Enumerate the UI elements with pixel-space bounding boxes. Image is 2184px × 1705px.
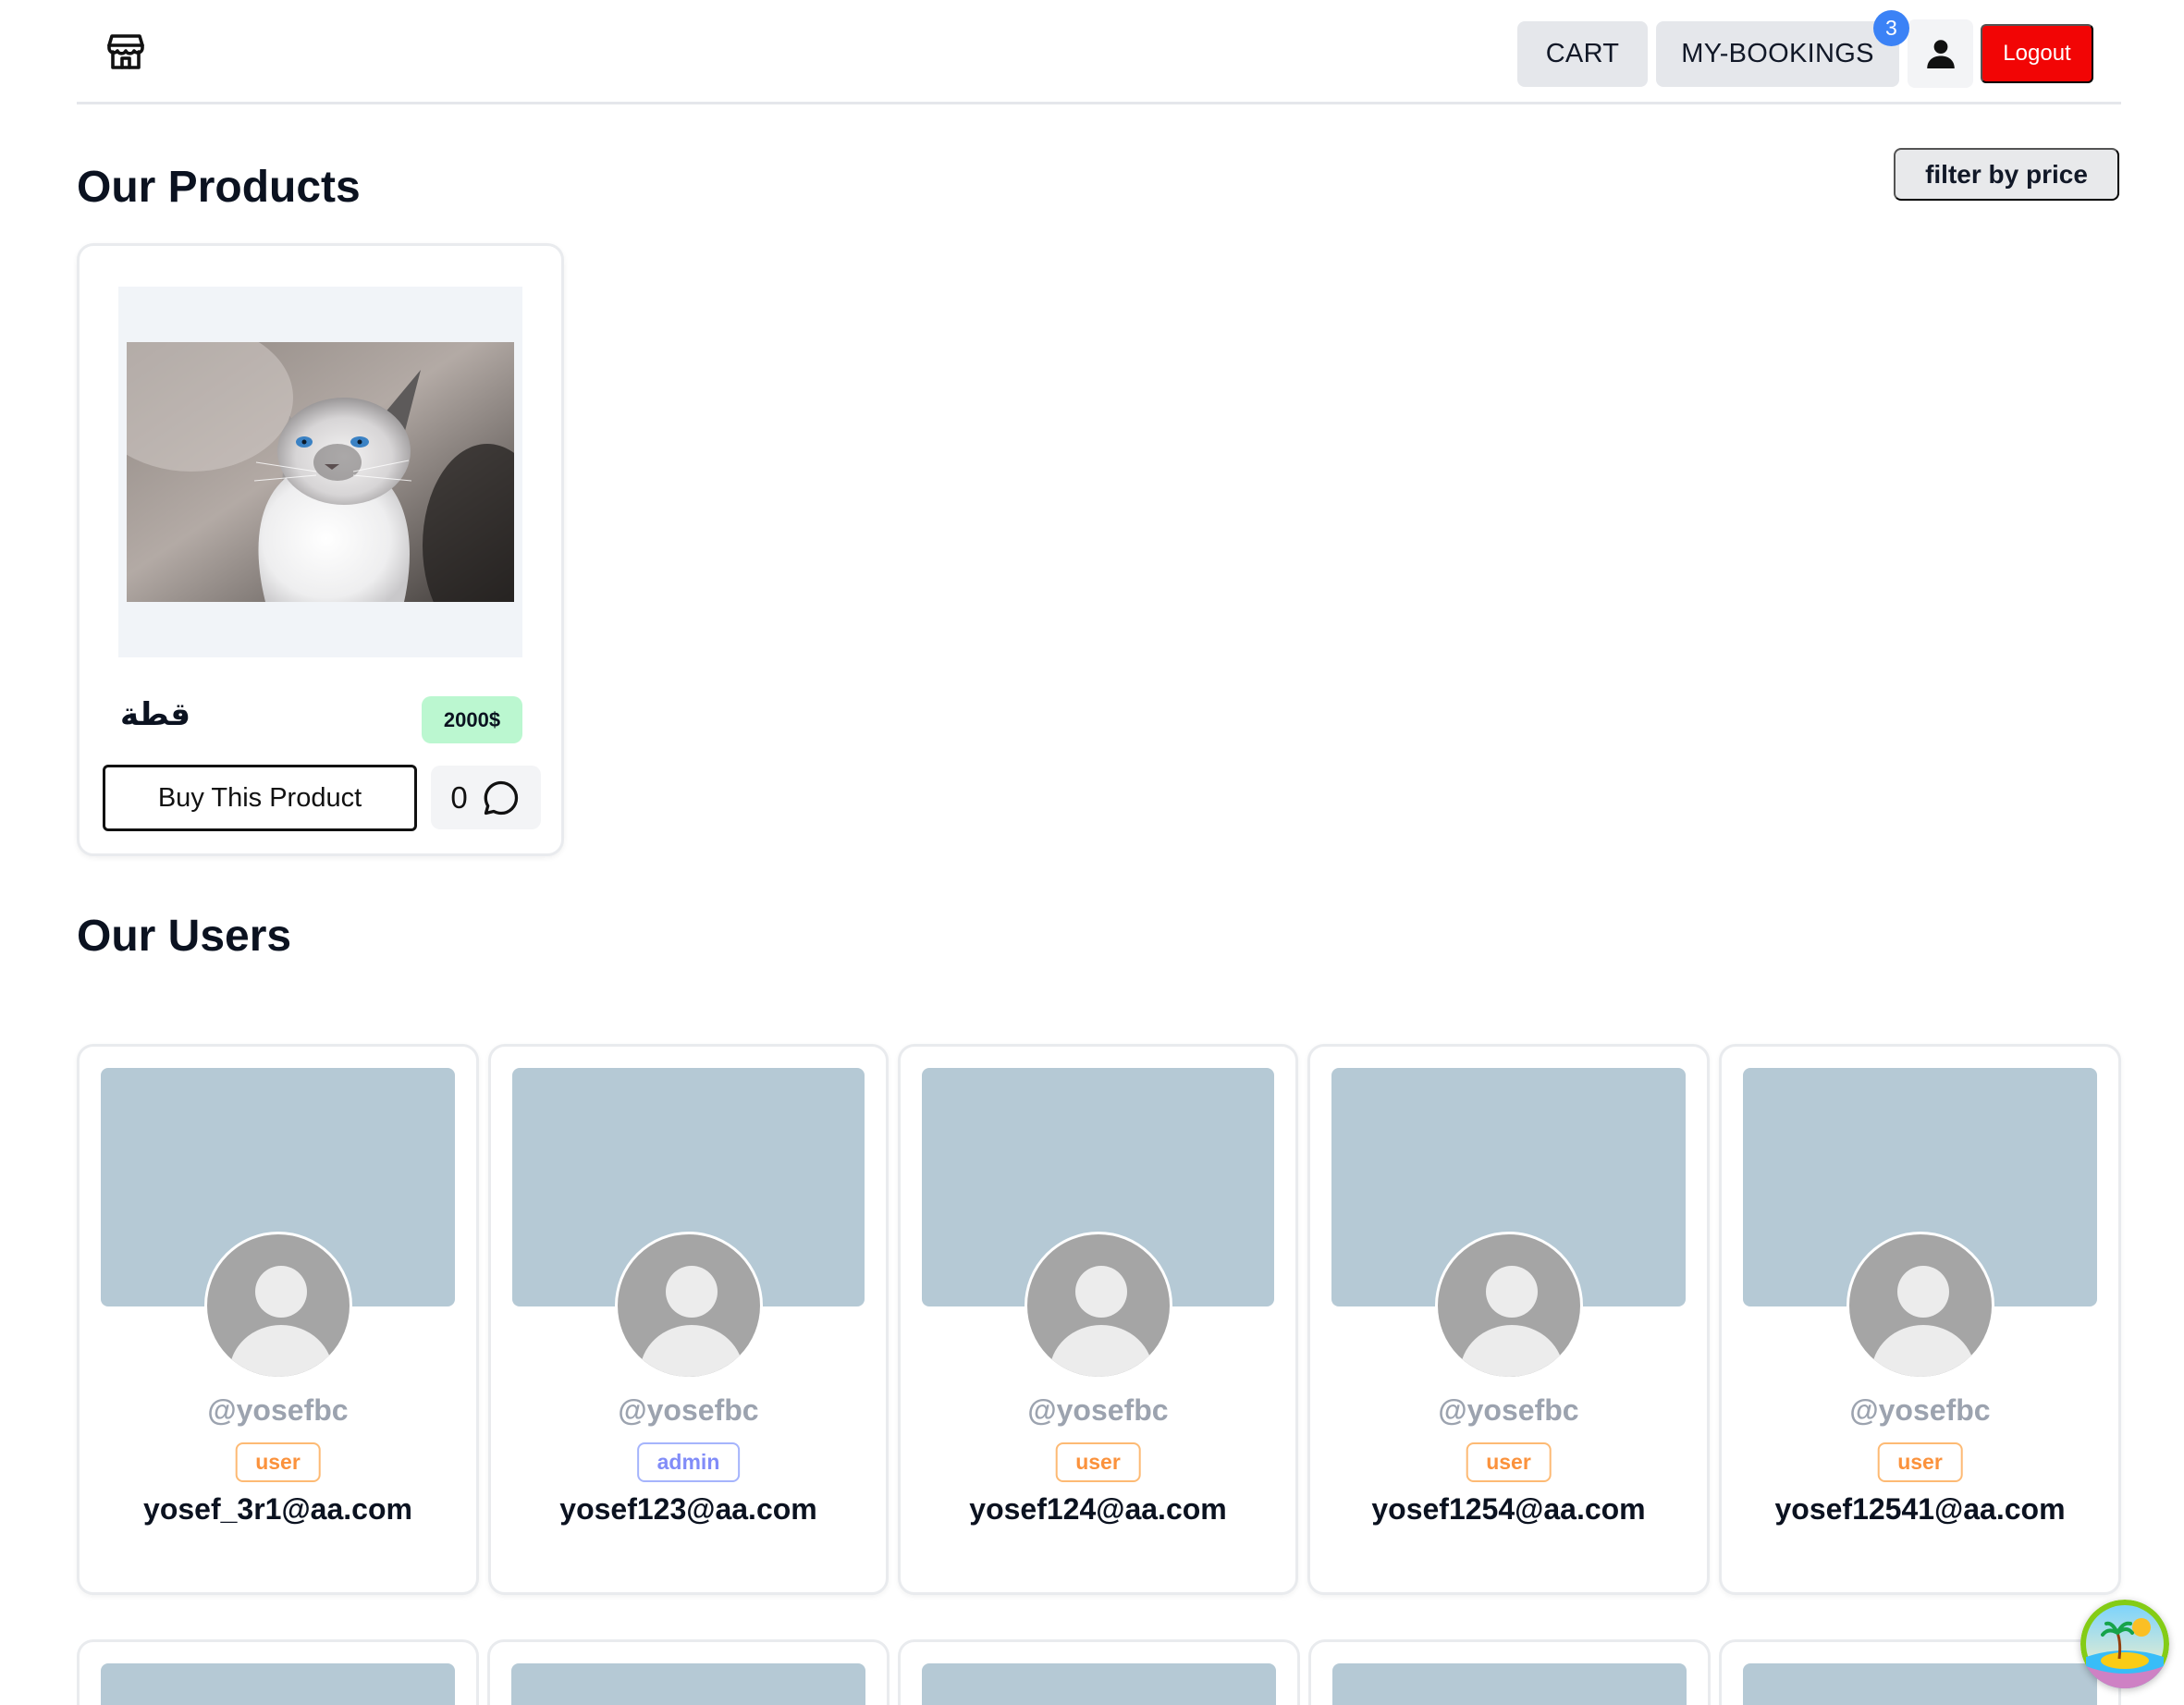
user-email: yosef123@aa.com (559, 1492, 817, 1526)
bookings-count-badge: 3 (1873, 9, 1909, 46)
user-handle: @yosefbc (1027, 1393, 1169, 1427)
avatar-placeholder-icon (203, 1232, 352, 1380)
comment-icon (484, 780, 518, 815)
user-handle: @yosefbc (1849, 1393, 1991, 1427)
user-card[interactable]: @yosefbc user yosef12541@aa.com (1719, 1044, 2121, 1595)
user-card[interactable] (77, 1639, 479, 1705)
profile-button[interactable] (1908, 19, 1973, 88)
user-card[interactable]: @yosefbc admin yosef123@aa.com (488, 1044, 889, 1595)
top-navbar: CART MY-BOOKINGS 3 Logout (77, 0, 2121, 104)
comment-count: 0 (450, 779, 468, 815)
avatar-placeholder-icon (1434, 1232, 1583, 1380)
user-handle: @yosefbc (1438, 1393, 1579, 1427)
my-bookings-button[interactable]: MY-BOOKINGS 3 (1656, 9, 1909, 87)
user-icon (1926, 40, 1955, 68)
nav-actions: CART MY-BOOKINGS 3 Logout (1517, 9, 2093, 88)
avatar-placeholder-icon (1024, 1232, 1172, 1380)
avatar-placeholder-icon (1846, 1232, 1994, 1380)
role-badge: user (235, 1442, 321, 1482)
user-email: yosef124@aa.com (969, 1492, 1227, 1526)
role-badge: user (1055, 1442, 1141, 1482)
product-card: قطة 2000$ Buy This Product 0 (77, 243, 564, 856)
role-badge: admin (636, 1442, 741, 1482)
user-card[interactable] (1308, 1639, 1711, 1705)
products-title: Our Products (77, 163, 361, 212)
product-image-frame (118, 287, 522, 657)
my-bookings-label: MY-BOOKINGS (1681, 38, 1874, 68)
logout-button[interactable]: Logout (1981, 24, 2093, 83)
user-cover (1332, 1663, 1687, 1705)
store-icon[interactable] (104, 29, 148, 73)
cart-button[interactable]: CART (1517, 20, 1648, 87)
price-badge: 2000$ (422, 696, 522, 743)
user-cover (922, 1663, 1276, 1705)
filter-by-price-button[interactable]: filter by price (1894, 148, 2119, 201)
user-email: yosef12541@aa.com (1774, 1492, 2066, 1526)
user-card[interactable]: @yosefbc user yosef124@aa.com (898, 1044, 1298, 1595)
user-card[interactable]: @yosefbc user yosef1254@aa.com (1307, 1044, 1710, 1595)
users-grid: @yosefbc user yosef_3r1@aa.com @yosefbc … (77, 1044, 2121, 1595)
user-cover (1743, 1663, 2097, 1705)
role-badge: user (1877, 1442, 1963, 1482)
user-card[interactable]: @yosefbc user yosef_3r1@aa.com (77, 1044, 479, 1595)
product-image-cat[interactable] (127, 342, 514, 602)
product-name: قطة (120, 696, 191, 733)
user-card[interactable] (1719, 1639, 2121, 1705)
user-cover (101, 1663, 455, 1705)
users-title: Our Users (77, 912, 292, 961)
user-handle: @yosefbc (207, 1393, 349, 1427)
avatar-placeholder-icon (614, 1232, 763, 1380)
user-email: yosef1254@aa.com (1371, 1492, 1646, 1526)
user-email: yosef_3r1@aa.com (143, 1492, 412, 1526)
users-grid-row-2 (77, 1639, 2121, 1705)
role-badge: user (1466, 1442, 1552, 1482)
user-card[interactable] (898, 1639, 1300, 1705)
user-cover (511, 1663, 865, 1705)
buy-product-button[interactable]: Buy This Product (103, 765, 417, 831)
floating-island-widget-icon[interactable] (2080, 1600, 2169, 1688)
user-card[interactable] (487, 1639, 890, 1705)
comments-button[interactable]: 0 (431, 766, 541, 829)
user-handle: @yosefbc (618, 1393, 759, 1427)
